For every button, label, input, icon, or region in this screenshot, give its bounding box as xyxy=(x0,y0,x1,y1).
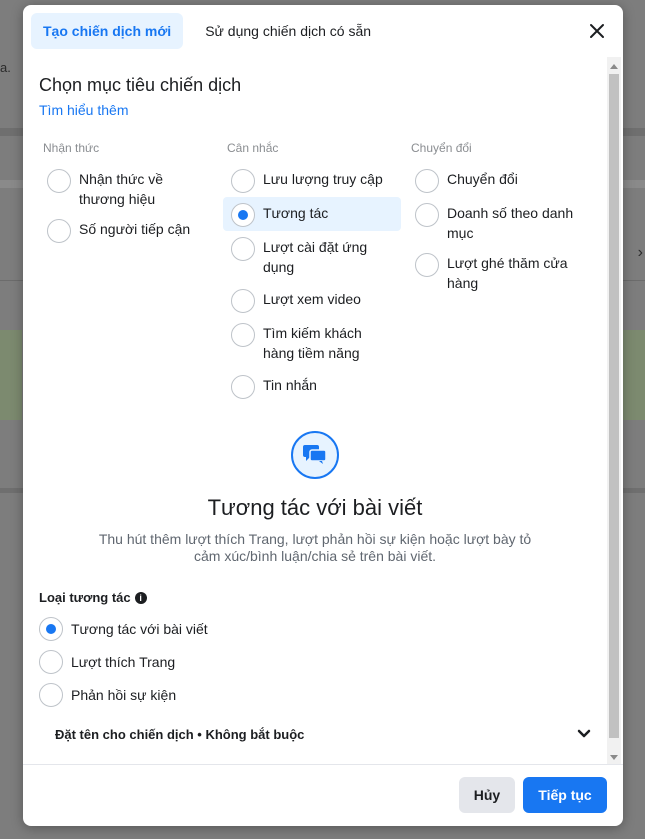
radio-button[interactable] xyxy=(231,237,255,261)
objective-store-visits[interactable]: Lượt ghé thăm cửa hàng xyxy=(407,247,587,297)
objective-conversions[interactable]: Chuyển đổi xyxy=(407,163,587,197)
dialog-content: Chọn mục tiêu chiến dịch Tìm hiểu thêm N… xyxy=(23,57,607,765)
learn-more-link[interactable]: Tìm hiểu thêm xyxy=(39,102,128,118)
radio-button[interactable] xyxy=(47,169,71,193)
objective-reach[interactable]: Số người tiếp cận xyxy=(39,213,219,247)
objective-column-awareness: Nhận thức Nhận thức về thương hiệu Số ng… xyxy=(39,141,219,247)
radio-button[interactable] xyxy=(231,289,255,313)
dialog-tabs: Tạo chiến dịch mới Sử dụng chiến dịch có… xyxy=(31,13,393,49)
engagement-option-post[interactable]: Tương tác với bài viết xyxy=(39,612,208,645)
background-row-highlight xyxy=(623,330,645,420)
create-campaign-dialog: Tạo chiến dịch mới Sử dụng chiến dịch có… xyxy=(23,5,623,826)
campaign-name-expander[interactable]: Đặt tên cho chiến dịch • Không bắt buộc xyxy=(39,719,591,749)
radio-button[interactable] xyxy=(39,649,63,674)
objective-label: Nhận thức về thương hiệu xyxy=(79,171,164,207)
scrollbar-thumb[interactable] xyxy=(609,74,619,738)
objective-column-conversion: Chuyển đổi Chuyển đổi Doanh số theo danh… xyxy=(407,141,587,297)
engagement-option-label: Tương tác với bài viết xyxy=(71,620,208,637)
objective-column-consideration: Cân nhắc Lưu lượng truy cập Tương tác Lư… xyxy=(223,141,401,403)
objective-label: Chuyển đổi xyxy=(447,171,518,187)
campaign-name-label: Đặt tên cho chiến dịch • Không bắt buộc xyxy=(55,726,305,742)
objective-description: Thu hút thêm lượt thích Trang, lượt phản… xyxy=(98,531,532,564)
objective-label: Tương tác xyxy=(263,205,329,221)
objective-label: Số người tiếp cận xyxy=(79,221,191,237)
objective-label: Lưu lượng truy cập xyxy=(263,171,383,187)
engagement-type-label: Loại tương tác i xyxy=(39,590,147,605)
continue-button[interactable]: Tiếp tục xyxy=(523,777,607,813)
objective-lead-generation[interactable]: Tìm kiếm khách hàng tiềm năng xyxy=(223,317,401,369)
column-title: Nhận thức xyxy=(43,141,100,155)
scroll-up-arrow-icon[interactable] xyxy=(610,64,618,69)
scrollbar[interactable] xyxy=(607,57,621,765)
radio-button[interactable] xyxy=(415,253,439,277)
radio-button[interactable] xyxy=(415,203,439,227)
objective-catalog-sales[interactable]: Doanh số theo danh mục xyxy=(407,197,587,247)
page-title: Chọn mục tiêu chiến dịch xyxy=(39,75,242,95)
objective-label: Tìm kiếm khách hàng tiềm năng xyxy=(263,325,362,361)
objective-engagement[interactable]: Tương tác xyxy=(223,197,401,231)
tab-create-new-campaign[interactable]: Tạo chiến dịch mới xyxy=(31,13,184,49)
close-icon[interactable] xyxy=(587,21,607,41)
objective-app-installs[interactable]: Lượt cài đặt ứng dụng xyxy=(223,231,401,283)
engagement-option-page-likes[interactable]: Lượt thích Trang xyxy=(39,645,208,678)
radio-button[interactable] xyxy=(47,219,71,243)
objective-video-views[interactable]: Lượt xem video xyxy=(223,283,401,317)
cancel-button[interactable]: Hủy xyxy=(459,777,515,813)
chevron-down-icon[interactable] xyxy=(577,729,591,739)
tab-use-existing-campaign[interactable]: Sử dụng chiến dịch có sẵn xyxy=(193,13,383,49)
background-text: a. xyxy=(0,60,11,75)
engagement-option-label: Phản hồi sự kiện xyxy=(71,686,177,703)
radio-button-selected[interactable] xyxy=(231,203,255,227)
radio-button[interactable] xyxy=(415,169,439,193)
objective-label: Tin nhắn xyxy=(263,377,317,393)
radio-button[interactable] xyxy=(231,375,255,399)
background-chevron-icon: › xyxy=(637,244,643,261)
radio-button[interactable] xyxy=(39,682,63,707)
radio-button[interactable] xyxy=(231,323,255,347)
engagement-type-text: Loại tương tác xyxy=(39,590,131,605)
objective-traffic[interactable]: Lưu lượng truy cập xyxy=(223,163,401,197)
column-title: Chuyển đổi xyxy=(411,141,472,155)
scroll-down-arrow-icon[interactable] xyxy=(610,755,618,760)
engagement-type-options: Tương tác với bài viết Lượt thích Trang … xyxy=(39,612,208,711)
background-row-highlight xyxy=(0,330,22,420)
objective-label: Lượt ghé thăm cửa hàng xyxy=(447,255,568,291)
engagement-option-label: Lượt thích Trang xyxy=(71,653,176,670)
column-title: Cân nhắc xyxy=(227,141,279,155)
info-icon[interactable]: i xyxy=(134,591,147,604)
objective-label: Lượt xem video xyxy=(263,291,361,307)
objective-messages[interactable]: Tin nhắn xyxy=(223,369,401,403)
objective-title: Tương tác với bài viết xyxy=(207,495,423,520)
objective-label: Lượt cài đặt ứng dụng xyxy=(263,239,368,275)
engagement-option-event-responses[interactable]: Phản hồi sự kiện xyxy=(39,678,208,711)
chat-bubbles-icon xyxy=(291,431,339,479)
objective-label: Doanh số theo danh mục xyxy=(447,205,574,241)
radio-button-selected[interactable] xyxy=(39,616,63,641)
radio-button[interactable] xyxy=(231,169,255,193)
dialog-footer: Hủy Tiếp tục xyxy=(23,764,623,826)
objective-brand-awareness[interactable]: Nhận thức về thương hiệu xyxy=(39,163,219,213)
